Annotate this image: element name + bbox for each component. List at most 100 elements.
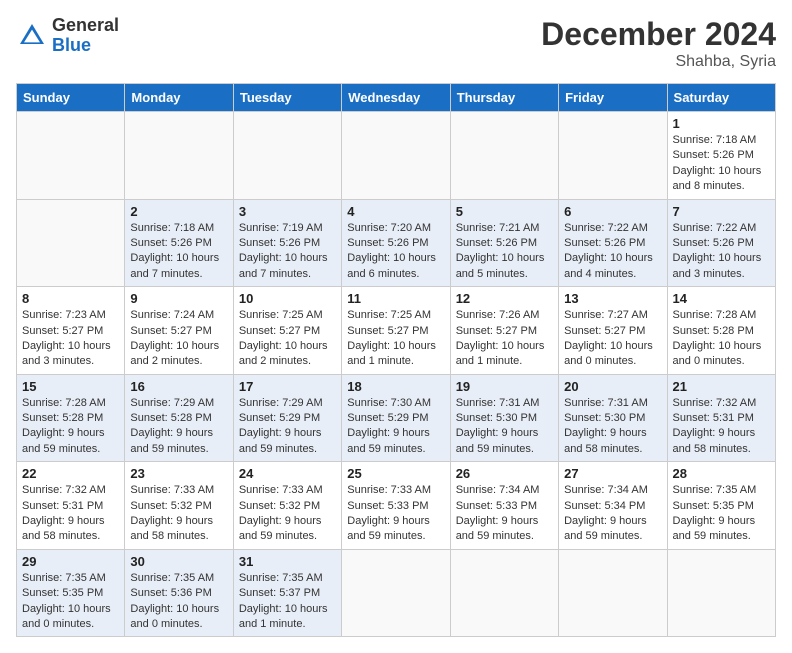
empty-cell [559, 549, 667, 637]
calendar-day: 2Sunrise: 7:18 AMSunset: 5:26 PMDaylight… [125, 199, 233, 287]
day-number: 30 [130, 554, 227, 569]
day-number: 27 [564, 466, 661, 481]
day-number: 31 [239, 554, 336, 569]
day-of-week-header: Wednesday [342, 84, 450, 112]
calendar-day: 20 Sunrise: 7:31 AMSunset: 5:30 PMDayligh… [559, 374, 667, 462]
day-number: 18 [347, 379, 444, 394]
calendar-day: 3 Sunrise: 7:19 AMSunset: 5:26 PMDaylight… [233, 199, 341, 287]
calendar-day: 26 Sunrise: 7:34 AMSunset: 5:33 PMDayligh… [450, 462, 558, 550]
day-info: Sunrise: 7:33 AMSunset: 5:32 PMDaylight:… [130, 483, 227, 545]
day-number: 5 [456, 204, 553, 219]
calendar-day: 12 Sunrise: 7:26 AMSunset: 5:27 PMDayligh… [450, 287, 558, 375]
day-info: Sunrise: 7:18 AMSunset: 5:26 PMDaylight:… [130, 221, 227, 283]
day-number: 12 [456, 291, 553, 306]
calendar-day: 27 Sunrise: 7:34 AMSunset: 5:34 PMDayligh… [559, 462, 667, 550]
day-info: Sunrise: 7:33 AMSunset: 5:32 PMDaylight:… [239, 483, 336, 545]
calendar-day: 29 Sunrise: 7:35 AMSunset: 5:35 PMDayligh… [17, 549, 125, 637]
day-info: Sunrise: 7:26 AMSunset: 5:27 PMDaylight:… [456, 308, 553, 370]
day-of-week-header: Tuesday [233, 84, 341, 112]
day-number: 16 [130, 379, 227, 394]
empty-cell [450, 112, 558, 200]
logo-text: General Blue [52, 16, 119, 56]
day-info: Sunrise: 7:32 AMSunset: 5:31 PMDaylight:… [673, 396, 770, 458]
day-info: Sunrise: 7:35 AMSunset: 5:35 PMDaylight:… [22, 571, 119, 633]
calendar-day: 7 Sunrise: 7:22 AMSunset: 5:26 PMDaylight… [667, 199, 775, 287]
day-number: 10 [239, 291, 336, 306]
day-number: 1 [673, 116, 770, 131]
day-info: Sunrise: 7:28 AMSunset: 5:28 PMDaylight:… [673, 308, 770, 370]
calendar-day: 13Sunrise: 7:27 AMSunset: 5:27 PMDayligh… [559, 287, 667, 375]
day-info: Sunrise: 7:18 AMSunset: 5:26 PMDaylight:… [673, 133, 770, 195]
logo: General Blue [16, 16, 119, 56]
calendar-header-row: SundayMondayTuesdayWednesdayThursdayFrid… [17, 84, 776, 112]
title-block: December 2024 Shahba, Syria [541, 16, 776, 71]
calendar-day: 15 Sunrise: 7:28 AMSunset: 5:28 PMDayligh… [17, 374, 125, 462]
day-info: Sunrise: 7:35 AMSunset: 5:36 PMDaylight:… [130, 571, 227, 633]
day-number: 3 [239, 204, 336, 219]
day-info: Sunrise: 7:27 AMSunset: 5:27 PMDaylight:… [564, 308, 661, 370]
day-info: Sunrise: 7:34 AMSunset: 5:33 PMDaylight:… [456, 483, 553, 545]
calendar-day: 28 Sunrise: 7:35 AMSunset: 5:35 PMDayligh… [667, 462, 775, 550]
day-number: 23 [130, 466, 227, 481]
calendar-day: 5 Sunrise: 7:21 AMSunset: 5:26 PMDaylight… [450, 199, 558, 287]
day-number: 17 [239, 379, 336, 394]
day-number: 26 [456, 466, 553, 481]
calendar-day: 30 Sunrise: 7:35 AMSunset: 5:36 PMDayligh… [125, 549, 233, 637]
day-info: Sunrise: 7:33 AMSunset: 5:33 PMDaylight:… [347, 483, 444, 545]
day-info: Sunrise: 7:31 AMSunset: 5:30 PMDaylight:… [564, 396, 661, 458]
day-number: 11 [347, 291, 444, 306]
calendar-day: 19Sunrise: 7:31 AMSunset: 5:30 PMDayligh… [450, 374, 558, 462]
calendar-day: 14Sunrise: 7:28 AMSunset: 5:28 PMDayligh… [667, 287, 775, 375]
day-info: Sunrise: 7:30 AMSunset: 5:29 PMDaylight:… [347, 396, 444, 458]
day-info: Sunrise: 7:21 AMSunset: 5:26 PMDaylight:… [456, 221, 553, 283]
logo-blue: Blue [52, 36, 119, 56]
empty-cell [667, 549, 775, 637]
day-info: Sunrise: 7:28 AMSunset: 5:28 PMDaylight:… [22, 396, 119, 458]
day-number: 22 [22, 466, 119, 481]
day-info: Sunrise: 7:29 AMSunset: 5:28 PMDaylight:… [130, 396, 227, 458]
logo-icon [16, 20, 48, 52]
day-info: Sunrise: 7:35 AMSunset: 5:35 PMDaylight:… [673, 483, 770, 545]
day-info: Sunrise: 7:22 AMSunset: 5:26 PMDaylight:… [673, 221, 770, 283]
day-number: 28 [673, 466, 770, 481]
calendar-day: 18 Sunrise: 7:30 AMSunset: 5:29 PMDayligh… [342, 374, 450, 462]
month-year-title: December 2024 [541, 16, 776, 53]
day-number: 9 [130, 291, 227, 306]
day-info: Sunrise: 7:22 AMSunset: 5:26 PMDaylight:… [564, 221, 661, 283]
day-of-week-header: Thursday [450, 84, 558, 112]
calendar-day: 6Sunrise: 7:22 AMSunset: 5:26 PMDaylight… [559, 199, 667, 287]
page-header: General Blue December 2024 Shahba, Syria [16, 16, 776, 71]
day-info: Sunrise: 7:23 AMSunset: 5:27 PMDaylight:… [22, 308, 119, 370]
day-info: Sunrise: 7:25 AMSunset: 5:27 PMDaylight:… [239, 308, 336, 370]
empty-cell [342, 549, 450, 637]
empty-cell [125, 112, 233, 200]
day-number: 20 [564, 379, 661, 394]
day-number: 29 [22, 554, 119, 569]
day-number: 19 [456, 379, 553, 394]
day-number: 15 [22, 379, 119, 394]
calendar-day: 1 Sunrise: 7:18 AMSunset: 5:26 PMDaylight… [667, 112, 775, 200]
calendar-day: 17Sunrise: 7:29 AMSunset: 5:29 PMDayligh… [233, 374, 341, 462]
day-of-week-header: Sunday [17, 84, 125, 112]
calendar-day: 24 Sunrise: 7:33 AMSunset: 5:32 PMDayligh… [233, 462, 341, 550]
day-number: 21 [673, 379, 770, 394]
calendar-day: 21 Sunrise: 7:32 AMSunset: 5:31 PMDayligh… [667, 374, 775, 462]
calendar-day: 16 Sunrise: 7:29 AMSunset: 5:28 PMDayligh… [125, 374, 233, 462]
calendar-day: 9 Sunrise: 7:24 AMSunset: 5:27 PMDaylight… [125, 287, 233, 375]
location-label: Shahba, Syria [541, 53, 776, 71]
empty-cell [450, 549, 558, 637]
day-info: Sunrise: 7:25 AMSunset: 5:27 PMDaylight:… [347, 308, 444, 370]
empty-cell [17, 199, 125, 287]
calendar-day: 8 Sunrise: 7:23 AMSunset: 5:27 PMDaylight… [17, 287, 125, 375]
day-info: Sunrise: 7:34 AMSunset: 5:34 PMDaylight:… [564, 483, 661, 545]
calendar-day: 11 Sunrise: 7:25 AMSunset: 5:27 PMDayligh… [342, 287, 450, 375]
day-number: 7 [673, 204, 770, 219]
empty-cell [17, 112, 125, 200]
day-number: 4 [347, 204, 444, 219]
day-number: 24 [239, 466, 336, 481]
day-info: Sunrise: 7:24 AMSunset: 5:27 PMDaylight:… [130, 308, 227, 370]
day-number: 8 [22, 291, 119, 306]
empty-cell [233, 112, 341, 200]
day-info: Sunrise: 7:19 AMSunset: 5:26 PMDaylight:… [239, 221, 336, 283]
empty-cell [559, 112, 667, 200]
